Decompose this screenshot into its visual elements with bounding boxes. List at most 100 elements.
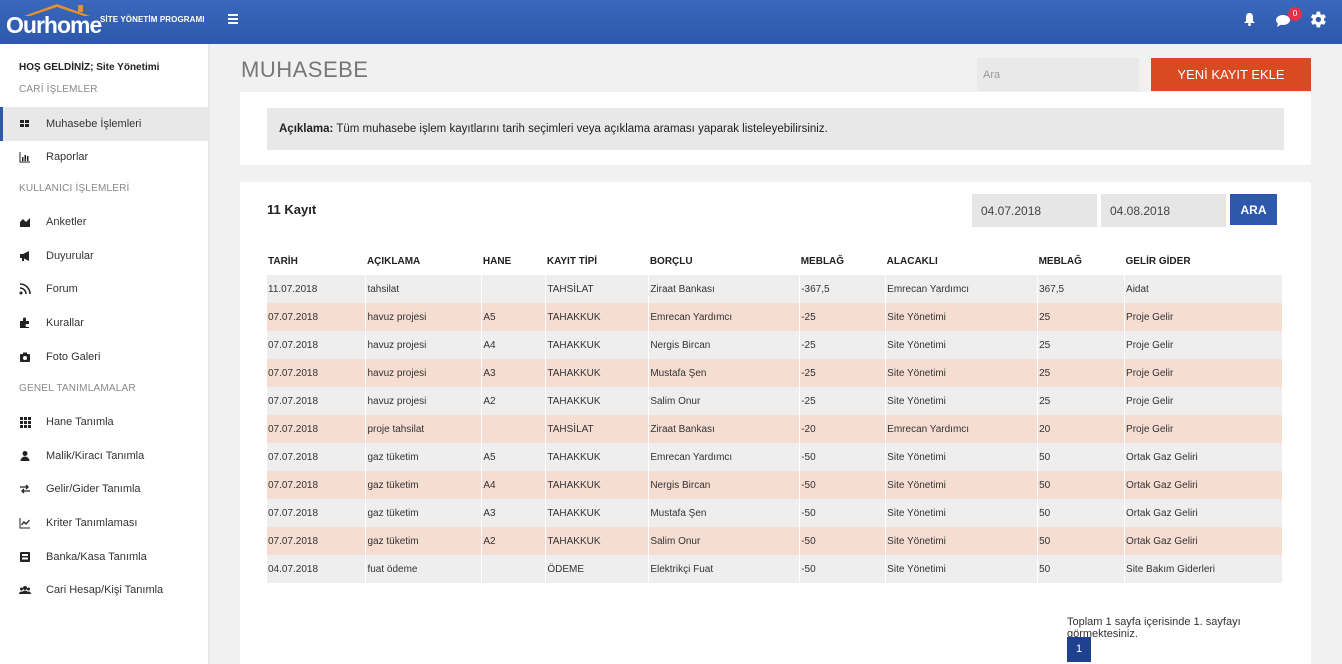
search-button[interactable]: ARA: [1230, 194, 1277, 225]
table-row[interactable]: 07.07.2018 gaz tüketim A3 TAHAKKUK Mustafa Ş…: [267, 499, 1283, 527]
table-cell: Ortak Gaz Geliri: [1124, 527, 1283, 555]
bar-chart-icon: [19, 152, 30, 163]
sidebar-item-muhasebe[interactable]: Muhasebe İşlemleri: [0, 107, 208, 141]
sidebar-item-label: Anketler: [46, 216, 87, 228]
table-row[interactable]: 07.07.2018 havuz projesi A5 TAHAKKUK Emrecan…: [267, 303, 1283, 331]
table-cell: A5: [481, 303, 547, 331]
table-cell: -50: [799, 471, 887, 499]
table-row[interactable]: 07.07.2018 gaz tüketim A5 TAHAKKUK Emrecan Y…: [267, 443, 1283, 471]
table-cell: Aidat: [1124, 275, 1283, 303]
sidebar-item-forum[interactable]: Forum: [0, 272, 208, 306]
table-row[interactable]: 07.07.2018 gaz tüketim A2 TAHAKKUK Salim Onu…: [267, 527, 1283, 555]
rss-icon: [19, 283, 31, 295]
sidebar-item-kriter[interactable]: Kriter Tanımlaması: [0, 506, 208, 540]
th-icon: [20, 417, 31, 428]
table-cell: gaz tüketim: [365, 443, 483, 471]
table-cell: Ortak Gaz Geliri: [1124, 499, 1283, 527]
grid-icon: [20, 120, 29, 127]
table-cell: Proje Gelir: [1124, 415, 1283, 443]
logo-subtitle: SİTE YÖNETİM PROGRAMI: [100, 15, 205, 24]
table-cell: 07.07.2018: [267, 387, 367, 415]
new-record-button[interactable]: YENİ KAYIT EKLE: [1151, 58, 1311, 91]
table-cell: Site Yönetimi: [885, 331, 1039, 359]
table-cell: -50: [799, 499, 887, 527]
table-cell: 50: [1037, 527, 1126, 555]
table-row[interactable]: 07.07.2018 havuz projesi A2 TAHAKKUK Salim O…: [267, 387, 1283, 415]
top-bar: Ourhome SİTE YÖNETİM PROGRAMI 0: [0, 0, 1342, 44]
area-chart-icon: [20, 218, 30, 227]
table-cell: Nergis Bircan: [648, 471, 801, 499]
table-cell: TAHAKKUK: [545, 471, 650, 499]
table-cell: Site Yönetimi: [885, 443, 1039, 471]
page-button-1[interactable]: 1: [1067, 637, 1091, 662]
table-cell: A4: [481, 471, 547, 499]
table-cell: 25: [1037, 303, 1126, 331]
sidebar-item-banka[interactable]: Banka/Kasa Tanımla: [0, 540, 208, 574]
table-cell: 07.07.2018: [267, 359, 367, 387]
pager-text: Toplam 1 sayfa içerisinde 1. sayfayı gör…: [1067, 616, 1241, 640]
section-title-kullanici: KULLANICI İŞLEMLERİ: [19, 183, 130, 194]
search-input[interactable]: [977, 58, 1139, 91]
table-cell: -25: [799, 331, 887, 359]
table-cell: 50: [1037, 471, 1126, 499]
table-cell: 50: [1037, 443, 1126, 471]
sidebar-item-foto-galeri[interactable]: Foto Galeri: [0, 340, 208, 374]
table-cell: -50: [799, 527, 887, 555]
table-cell: Site Yönetimi: [885, 387, 1039, 415]
table-cell: Ziraat Bankası: [648, 415, 801, 443]
table-cell: Salim Onur: [648, 527, 801, 555]
page-title: MUHASEBE: [241, 57, 369, 82]
sidebar-item-label: Hane Tanımla: [46, 416, 114, 428]
logo[interactable]: Ourhome SİTE YÖNETİM PROGRAMI: [6, 0, 206, 44]
date-from-input[interactable]: [972, 194, 1097, 227]
sidebar-item-raporlar[interactable]: Raporlar: [0, 140, 208, 174]
table-cell: -25: [799, 387, 887, 415]
table-cell: TAHAKKUK: [545, 527, 650, 555]
sidebar-item-kurallar[interactable]: Kurallar: [0, 306, 208, 340]
table-row[interactable]: 07.07.2018 havuz projesi A4 TAHAKKUK Nergis …: [267, 331, 1283, 359]
table-row[interactable]: 11.07.2018 tahsilat TAHSİLAT Ziraat Bankası…: [267, 275, 1283, 303]
description-box: Açıklama: Tüm muhasebe işlem kayıtlarını…: [267, 108, 1284, 150]
sidebar-item-gelir-gider[interactable]: Gelir/Gider Tanımla: [0, 472, 208, 506]
sidebar-item-hane[interactable]: Hane Tanımla: [0, 405, 208, 439]
sidebar-item-duyurular[interactable]: Duyurular: [0, 239, 208, 273]
table-cell: Proje Gelir: [1124, 331, 1283, 359]
table-cell: 07.07.2018: [267, 443, 367, 471]
user-icon: [20, 451, 30, 461]
sidebar-item-malik[interactable]: Malik/Kiracı Tanımla: [0, 439, 208, 473]
table-cell: -25: [799, 359, 887, 387]
table-cell: Salim Onur: [648, 387, 801, 415]
table-cell: Site Yönetimi: [885, 359, 1039, 387]
logo-text: Ourhome: [6, 12, 102, 38]
gear-icon[interactable]: [1307, 9, 1328, 30]
menu-toggle-icon[interactable]: [228, 12, 244, 28]
sidebar-item-label: Banka/Kasa Tanımla: [46, 551, 147, 563]
table-cell: A5: [481, 443, 547, 471]
table-cell: 50: [1037, 499, 1126, 527]
column-header: KAYIT TİPİ: [546, 256, 598, 267]
table-cell: TAHAKKUK: [545, 499, 650, 527]
date-to-input[interactable]: [1101, 194, 1226, 227]
column-header: ALACAKLI: [886, 256, 938, 267]
sidebar-item-label: Kriter Tanımlaması: [46, 517, 138, 529]
table-cell: gaz tüketim: [365, 499, 483, 527]
table-row[interactable]: 07.07.2018 proje tahsilat TAHSİLAT Ziraat B…: [267, 415, 1283, 443]
column-header: MEBLAĞ: [800, 256, 845, 267]
table-cell: 04.07.2018: [267, 555, 367, 583]
records-table: TARİH AÇIKLAMA HANE KAYIT TİPİ BORÇLU MEBLAĞ A…: [267, 248, 1283, 583]
sidebar-item-anketler[interactable]: Anketler: [0, 205, 208, 239]
bell-icon[interactable]: [1243, 12, 1256, 26]
sidebar-item-label: Gelir/Gider Tanımla: [46, 483, 141, 495]
table-cell: gaz tüketim: [365, 471, 483, 499]
table-cell: TAHSİLAT: [545, 275, 650, 303]
table-row[interactable]: 07.07.2018 gaz tüketim A4 TAHAKKUK Nergis Bi…: [267, 471, 1283, 499]
sidebar: HOŞ GELDİNİZ; Site Yönetimi CARİ İŞLEMLE…: [0, 44, 208, 664]
table-row[interactable]: 07.07.2018 havuz projesi A3 TAHAKKUK Mustafa…: [267, 359, 1283, 387]
table-cell: Site Yönetimi: [885, 499, 1039, 527]
table-cell: Site Bakım Giderleri: [1124, 555, 1283, 583]
table-cell: A3: [481, 499, 547, 527]
sidebar-item-cari-hesap[interactable]: Cari Hesap/Kişi Tanımla: [0, 573, 208, 607]
table-row[interactable]: 04.07.2018 fuat ödeme ÖDEME Elektrikçi Fuat…: [267, 555, 1283, 583]
column-header: HANE: [482, 256, 512, 267]
exchange-icon: [20, 484, 30, 494]
